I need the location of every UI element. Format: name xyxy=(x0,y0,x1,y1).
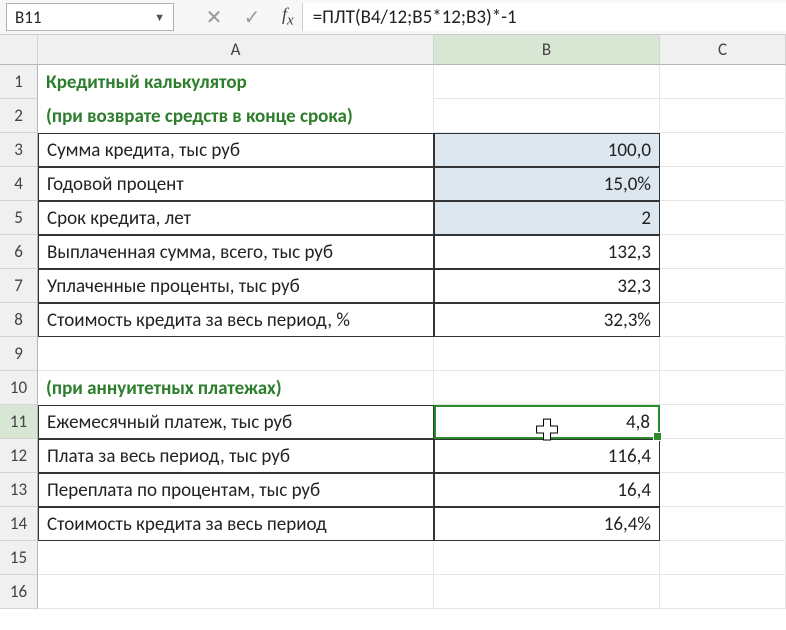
row-header-5[interactable]: 5 xyxy=(0,201,38,235)
cell-a9[interactable] xyxy=(38,337,434,371)
cell-c7[interactable] xyxy=(660,269,786,303)
cell-b15[interactable] xyxy=(434,541,660,575)
cell-b4[interactable]: 15,0% xyxy=(434,167,660,201)
cell-b3[interactable]: 100,0 xyxy=(434,133,660,167)
cell-a11[interactable]: Ежемесячный платеж, тыс руб xyxy=(38,405,434,439)
cell-c2[interactable] xyxy=(660,99,786,133)
row-header-3[interactable]: 3 xyxy=(0,133,38,167)
cell-a8[interactable]: Стоимость кредита за весь период, % xyxy=(38,303,434,337)
cell-c1[interactable] xyxy=(660,65,786,99)
select-all-corner[interactable] xyxy=(0,35,38,65)
cell-a13[interactable]: Переплата по процентам, тыс руб xyxy=(38,473,434,507)
row-header-7[interactable]: 7 xyxy=(0,269,38,303)
cell-c5[interactable] xyxy=(660,201,786,235)
cell-a3[interactable]: Сумма кредита, тыс руб xyxy=(38,133,434,167)
name-box[interactable]: B11 ▼ xyxy=(6,3,174,31)
row-header-6[interactable]: 6 xyxy=(0,235,38,269)
cell-a1[interactable]: Кредитный калькулятор xyxy=(38,65,434,99)
cell-a16[interactable] xyxy=(38,575,434,609)
cell-c15[interactable] xyxy=(660,541,786,575)
row-header-13[interactable]: 13 xyxy=(0,473,38,507)
row-header-9[interactable]: 9 xyxy=(0,337,38,371)
enter-icon[interactable]: ✓ xyxy=(236,5,268,30)
cell-b12[interactable]: 116,4 xyxy=(434,439,660,473)
cell-b9[interactable] xyxy=(434,337,660,371)
cell-a12[interactable]: Плата за весь период, тыс руб xyxy=(38,439,434,473)
cell-c3[interactable] xyxy=(660,133,786,167)
name-box-value: B11 xyxy=(15,7,41,28)
dropdown-icon[interactable]: ▼ xyxy=(154,11,165,24)
cell-b8[interactable]: 32,3% xyxy=(434,303,660,337)
row-header-8[interactable]: 8 xyxy=(0,303,38,337)
col-header-a[interactable]: A xyxy=(38,35,434,65)
cell-b10[interactable] xyxy=(434,371,660,405)
row-header-10[interactable]: 10 xyxy=(0,371,38,405)
cancel-icon[interactable]: ✕ xyxy=(198,5,230,30)
cell-c16[interactable] xyxy=(660,575,786,609)
cell-b14[interactable]: 16,4% xyxy=(434,507,660,541)
cell-c11[interactable] xyxy=(660,405,786,439)
cell-c9[interactable] xyxy=(660,337,786,371)
cell-c10[interactable] xyxy=(660,371,786,405)
cell-a5[interactable]: Срок кредита, лет xyxy=(38,201,434,235)
column-headers: A B C xyxy=(0,35,786,65)
formula-bar: ✕ ✓ fx =ПЛТ(B4/12;B5*12;B3)*-1 xyxy=(198,3,786,31)
cell-a15[interactable] xyxy=(38,541,434,575)
row-header-11[interactable]: 11 xyxy=(0,405,38,439)
formula-text: =ПЛТ(B4/12;B5*12;B3)*-1 xyxy=(313,6,517,29)
cell-b11[interactable]: 4,8 ✚ xyxy=(434,405,660,439)
col-header-b[interactable]: B xyxy=(434,35,660,65)
cell-a4[interactable]: Годовой процент xyxy=(38,167,434,201)
col-header-c[interactable]: C xyxy=(660,35,786,65)
cell-b11-value: 4,8 xyxy=(626,411,650,434)
row-header-12[interactable]: 12 xyxy=(0,439,38,473)
row-header-1[interactable]: 1 xyxy=(0,65,38,99)
cell-a2[interactable]: (при возврате средств в конце срока) xyxy=(38,99,434,133)
cell-c14[interactable] xyxy=(660,507,786,541)
formula-input[interactable]: =ПЛТ(B4/12;B5*12;B3)*-1 xyxy=(302,3,786,31)
cell-b16[interactable] xyxy=(434,575,660,609)
row-header-16[interactable]: 16 xyxy=(0,575,38,609)
cell-c13[interactable] xyxy=(660,473,786,507)
row-header-4[interactable]: 4 xyxy=(0,167,38,201)
cell-a10[interactable]: (при аннуитетных платежах) xyxy=(38,371,434,405)
cell-b6[interactable]: 132,3 xyxy=(434,235,660,269)
cell-b1[interactable] xyxy=(434,65,660,99)
cell-b2[interactable] xyxy=(434,99,660,133)
cell-c8[interactable] xyxy=(660,303,786,337)
formula-bar-area: B11 ▼ ✕ ✓ fx =ПЛТ(B4/12;B5*12;B3)*-1 xyxy=(0,0,786,35)
cell-a7[interactable]: Уплаченные проценты, тыс руб xyxy=(38,269,434,303)
cursor-icon: ✚ xyxy=(536,417,558,443)
spreadsheet-grid[interactable]: A B C 1 Кредитный калькулятор 2 (при воз… xyxy=(0,35,786,609)
row-header-14[interactable]: 14 xyxy=(0,507,38,541)
cell-c4[interactable] xyxy=(660,167,786,201)
cell-c6[interactable] xyxy=(660,235,786,269)
cell-c12[interactable] xyxy=(660,439,786,473)
fx-icon[interactable]: fx xyxy=(282,4,294,30)
cell-a14[interactable]: Стоимость кредита за весь период xyxy=(38,507,434,541)
cell-b7[interactable]: 32,3 xyxy=(434,269,660,303)
row-header-15[interactable]: 15 xyxy=(0,541,38,575)
cell-b5[interactable]: 2 xyxy=(434,201,660,235)
fill-handle[interactable] xyxy=(653,432,662,441)
cell-b13[interactable]: 16,4 xyxy=(434,473,660,507)
row-header-2[interactable]: 2 xyxy=(0,99,38,133)
cell-a6[interactable]: Выплаченная сумма, всего, тыс руб xyxy=(38,235,434,269)
